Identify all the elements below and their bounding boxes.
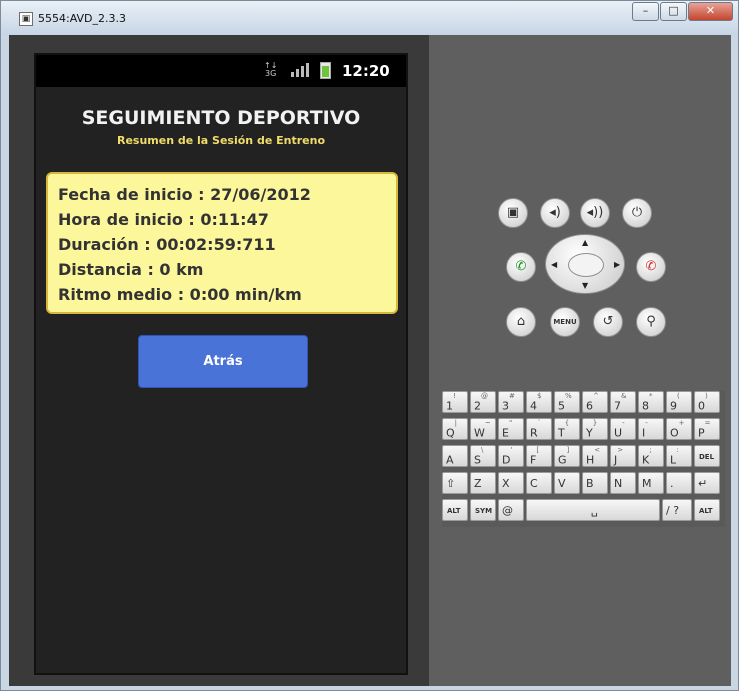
app-title: SEGUIMIENTO DEPORTIVO: [81, 107, 361, 129]
key-u[interactable]: U-: [610, 418, 636, 440]
dpad-center-button[interactable]: [568, 253, 604, 277]
title-bar[interactable]: ▣ 5554:AVD_2.3.3 – □ ✕: [1, 1, 738, 35]
dpad[interactable]: ▲ ▼ ◀ ▶: [545, 234, 625, 294]
key-enter-icon[interactable]: ↵: [694, 472, 720, 494]
key-n[interactable]: N: [610, 472, 636, 494]
key-shift-icon[interactable]: ⇧: [442, 472, 468, 494]
key-m[interactable]: M: [638, 472, 664, 494]
key-v[interactable]: V: [554, 472, 580, 494]
volume-up-icon[interactable]: ◂)): [580, 198, 610, 228]
key-0[interactable]: 0): [694, 391, 720, 413]
hardware-controls: ▣ ◂) ◂)) ⏻ ✆ ▲ ▼ ◀ ▶ ✆ ⌂ MENU ↺ ⚲ 1! 2@ …: [429, 35, 731, 686]
key-7[interactable]: 7&: [610, 391, 636, 413]
key-c[interactable]: C: [526, 472, 552, 494]
battery-icon: [320, 62, 331, 79]
key-4[interactable]: 4$: [526, 391, 552, 413]
duration-text: Duración : 00:02:59:711: [58, 235, 276, 254]
distance-text: Distancia : 0 km: [58, 260, 204, 279]
emulator-window: ▣ 5554:AVD_2.3.3 – □ ✕ ↑↓ 3G 12:20 SEGUIM…: [0, 0, 739, 691]
key-y[interactable]: Y}: [582, 418, 608, 440]
call-icon[interactable]: ✆: [506, 252, 536, 282]
status-bar: ↑↓ 3G 12:20: [36, 55, 406, 87]
key-l[interactable]: L:: [666, 445, 692, 467]
key-x[interactable]: X: [498, 472, 524, 494]
key-q[interactable]: Q|: [442, 418, 468, 440]
back-button[interactable]: Atrás: [138, 335, 308, 388]
key-period[interactable]: .: [666, 472, 692, 494]
session-summary-card: Fecha de inicio : 27/06/2012 Hora de ini…: [46, 172, 398, 314]
key-z[interactable]: Z: [470, 472, 496, 494]
end-call-icon[interactable]: ✆: [636, 252, 666, 282]
start-date-text: Fecha de inicio : 27/06/2012: [58, 185, 311, 204]
key-6[interactable]: 6^: [582, 391, 608, 413]
app-subtitle: Resumen de la Sesión de Entreno: [116, 134, 326, 147]
close-button[interactable]: ✕: [688, 2, 733, 21]
start-time-text: Hora de inicio : 0:11:47: [58, 210, 269, 229]
signal-icon: [291, 63, 309, 77]
key-f[interactable]: F[: [526, 445, 552, 467]
key-h[interactable]: H<: [582, 445, 608, 467]
key-a[interactable]: A: [442, 445, 468, 467]
key-3[interactable]: 3#: [498, 391, 524, 413]
key-slash[interactable]: / ?: [662, 499, 692, 521]
key-9[interactable]: 9(: [666, 391, 692, 413]
key-5[interactable]: 5%: [554, 391, 580, 413]
home-icon[interactable]: ⌂: [506, 307, 536, 337]
key-1[interactable]: 1!: [442, 391, 468, 413]
key-s[interactable]: S\: [470, 445, 496, 467]
key-8[interactable]: 8*: [638, 391, 664, 413]
key-alt-left[interactable]: ALT: [442, 499, 468, 521]
key-j[interactable]: J>: [610, 445, 636, 467]
key-e[interactable]: E": [498, 418, 524, 440]
emulator-body: ↑↓ 3G 12:20 SEGUIMIENTO DEPORTIVO Resumen…: [9, 35, 731, 686]
key-at[interactable]: @: [498, 499, 524, 521]
network-icon: ↑↓ 3G: [264, 61, 278, 78]
dpad-down-icon[interactable]: ▼: [582, 281, 588, 290]
key-2[interactable]: 2@: [470, 391, 496, 413]
maximize-button[interactable]: □: [660, 2, 687, 21]
key-k[interactable]: K;: [638, 445, 664, 467]
device-frame: ↑↓ 3G 12:20 SEGUIMIENTO DEPORTIVO Resumen…: [9, 35, 429, 686]
key-r[interactable]: R`: [526, 418, 552, 440]
dpad-left-icon[interactable]: ◀: [551, 260, 557, 269]
key-del[interactable]: DEL: [694, 445, 720, 467]
pace-text: Ritmo medio : 0:00 min/km: [58, 285, 302, 304]
key-w[interactable]: W~: [470, 418, 496, 440]
key-o[interactable]: O+: [666, 418, 692, 440]
key-space[interactable]: ␣: [526, 499, 660, 521]
menu-button[interactable]: MENU: [550, 307, 580, 337]
key-g[interactable]: G]: [554, 445, 580, 467]
status-time: 12:20: [342, 62, 390, 80]
key-t[interactable]: T{: [554, 418, 580, 440]
dpad-right-icon[interactable]: ▶: [614, 260, 620, 269]
dpad-up-icon[interactable]: ▲: [582, 238, 588, 247]
key-p[interactable]: P=: [694, 418, 720, 440]
key-i[interactable]: I-: [638, 418, 664, 440]
back-icon[interactable]: ↺: [593, 307, 623, 337]
key-alt-right[interactable]: ALT: [694, 499, 720, 521]
key-b[interactable]: B: [582, 472, 608, 494]
key-d[interactable]: D': [498, 445, 524, 467]
camera-icon[interactable]: ▣: [498, 198, 528, 228]
minimize-button[interactable]: –: [632, 2, 659, 21]
power-icon[interactable]: ⏻: [622, 198, 652, 228]
window-controls: – □ ✕: [631, 2, 733, 21]
hardware-keyboard: 1! 2@ 3# 4$ 5% 6^ 7& 8* 9( 0) Q| W~ E" R…: [442, 391, 725, 527]
search-icon[interactable]: ⚲: [636, 307, 666, 337]
key-sym[interactable]: SYM: [470, 499, 496, 521]
window-title: 5554:AVD_2.3.3: [38, 12, 127, 25]
device-screen: ↑↓ 3G 12:20 SEGUIMIENTO DEPORTIVO Resumen…: [34, 53, 408, 675]
volume-down-icon[interactable]: ◂): [540, 198, 570, 228]
app-icon: ▣: [19, 12, 33, 26]
